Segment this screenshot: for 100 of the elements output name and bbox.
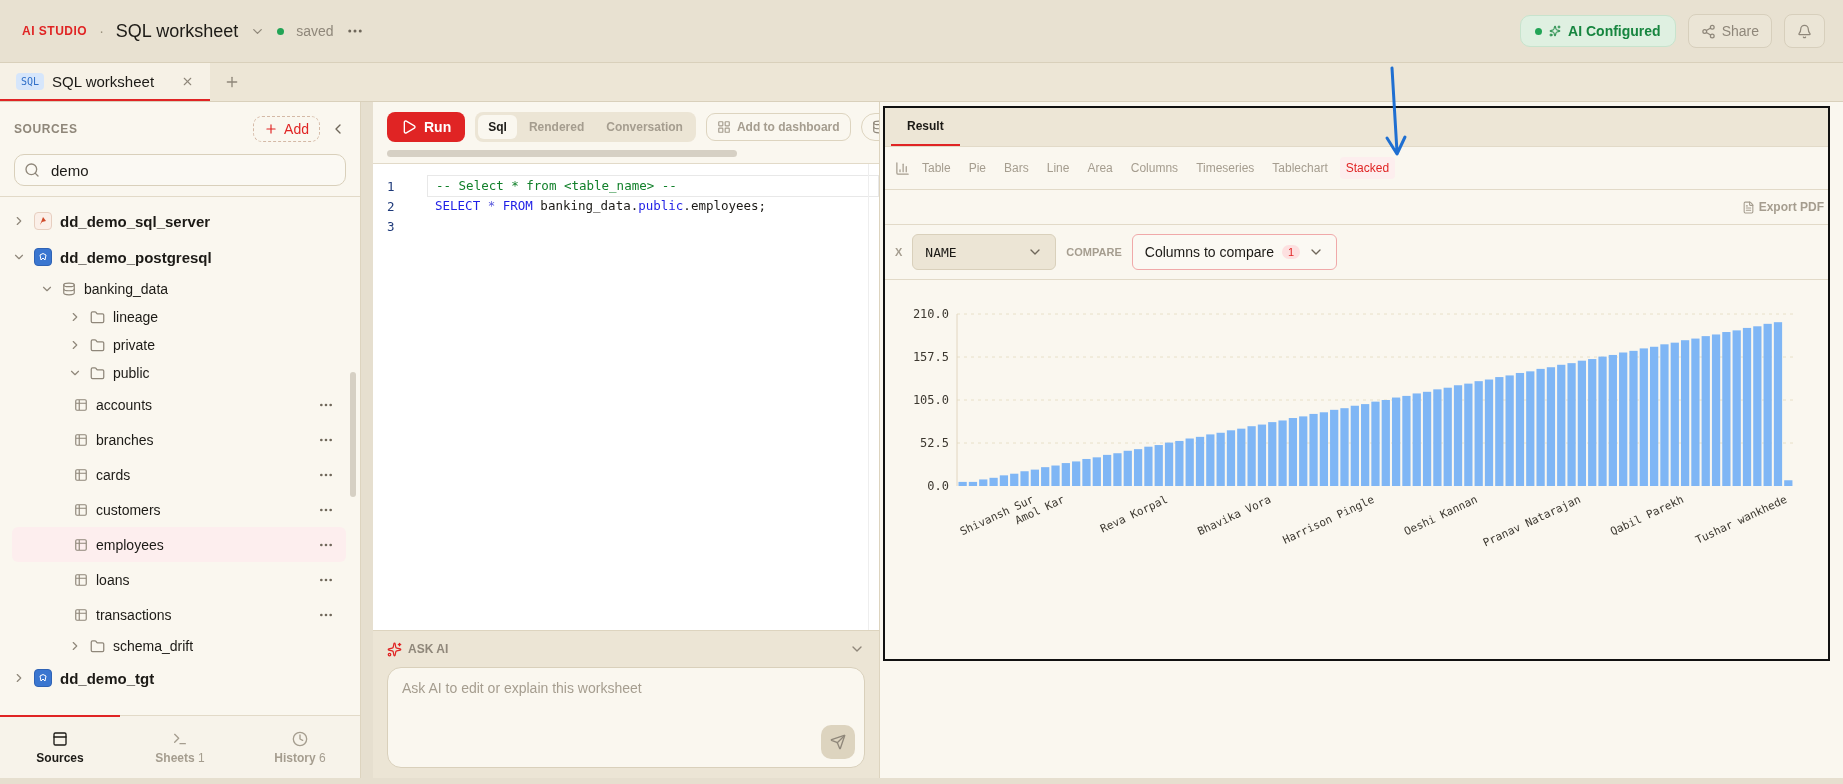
line-number: 3 xyxy=(386,218,396,234)
code-editor[interactable]: 1 -- Select * from <table_name> -- 2 SELECT * FROM banking_data.public.employees; 3 xyxy=(373,163,879,630)
clock-icon xyxy=(292,730,308,747)
tree-item[interactable]: loans xyxy=(12,562,346,597)
chart-bar xyxy=(1268,422,1277,486)
plus-icon xyxy=(264,122,279,136)
share-icon xyxy=(1700,23,1716,39)
chart-bar xyxy=(1041,467,1050,486)
chart-type-tab[interactable]: Stacked xyxy=(1339,157,1396,179)
x-column-select[interactable]: NAME xyxy=(912,234,1057,270)
chart-bar xyxy=(1051,465,1060,486)
sparkles-icon xyxy=(387,641,402,657)
tree-item[interactable]: employees xyxy=(12,527,346,562)
chart-bar xyxy=(1061,463,1070,486)
code-line: SELECT * FROM banking_data.public.employees; xyxy=(434,197,768,215)
folder-icon xyxy=(90,309,105,325)
status-dot xyxy=(277,27,285,35)
worksheet-tab[interactable]: SQL SQL worksheet xyxy=(0,63,210,101)
result-tab[interactable]: Result xyxy=(891,108,960,146)
chart-bar xyxy=(1164,442,1174,486)
separator-dot: · xyxy=(99,23,104,39)
chart-bar xyxy=(1123,450,1132,486)
chart-bar xyxy=(1237,428,1246,486)
chart-bar xyxy=(1247,426,1256,486)
chart-bar xyxy=(1020,471,1029,486)
search-icon xyxy=(24,162,40,178)
send-icon xyxy=(830,734,846,750)
bar-chart-icon xyxy=(895,160,910,176)
nav-label: Sources xyxy=(36,750,84,765)
tree-item[interactable]: public xyxy=(12,359,346,387)
notifications-button[interactable] xyxy=(1784,14,1825,48)
nav-label: Sheets 1 xyxy=(155,750,205,765)
chart-bar xyxy=(1072,461,1081,486)
tree-item[interactable]: branches xyxy=(12,422,346,457)
chart-bar xyxy=(1216,432,1225,486)
status-dot xyxy=(1535,27,1543,35)
tree-item[interactable]: lineage xyxy=(12,303,346,331)
sources-heading: SOURCES xyxy=(14,122,78,136)
mode-tab[interactable]: Sql xyxy=(478,115,517,139)
chart-bar xyxy=(1299,416,1308,486)
tick-label: 157.5 xyxy=(912,350,949,364)
tick-label: 0.0 xyxy=(927,479,949,493)
chart-bar xyxy=(1154,445,1163,486)
chart-bar xyxy=(1195,436,1205,486)
tree-item[interactable]: transactions xyxy=(12,597,346,632)
chart-bar xyxy=(1113,453,1122,486)
ai-status-button[interactable]: AI Configured xyxy=(1520,15,1676,47)
brand-logo: AI STUDIO xyxy=(22,24,88,38)
chart-bar xyxy=(1226,430,1236,486)
line-number: 2 xyxy=(386,198,396,214)
line-number: 1 xyxy=(386,178,396,194)
chart-bar xyxy=(1103,454,1112,486)
bell-icon xyxy=(1797,23,1812,39)
add-button[interactable]: Add xyxy=(253,116,320,142)
chart-bar xyxy=(1257,424,1267,486)
chart-bar xyxy=(1010,473,1019,486)
ask-ai-field[interactable]: Ask AI to edit or explain this worksheet xyxy=(387,667,865,768)
worksheet-title: SQL worksheet xyxy=(115,20,239,42)
run-button[interactable]: Run xyxy=(387,112,466,142)
tree-item[interactable]: dd_demo_sql_server xyxy=(12,203,346,239)
sparkles-icon xyxy=(1549,25,1562,37)
tree-item[interactable]: customers xyxy=(12,492,346,527)
x-axis-label: X xyxy=(895,246,903,258)
chart-bar xyxy=(999,475,1009,486)
chart-bar xyxy=(1185,438,1194,486)
table-icon xyxy=(74,502,88,517)
compare-select[interactable]: Columns to compare 1 xyxy=(1131,234,1338,270)
tree-item[interactable]: dd_demo_tgt xyxy=(12,660,346,696)
search-field[interactable]: demo xyxy=(14,154,346,186)
plus-icon xyxy=(224,74,240,90)
nav-tab[interactable]: Sources xyxy=(0,715,120,778)
chart-bar xyxy=(1082,458,1091,486)
chart-bar xyxy=(1144,446,1153,486)
tick-label: 105.0 xyxy=(912,393,949,407)
table-icon xyxy=(74,432,88,447)
table-icon xyxy=(52,730,68,747)
sql-badge: SQL xyxy=(16,72,45,90)
chart-bar xyxy=(1288,418,1298,486)
nav-label: History 6 xyxy=(274,750,326,765)
tree-item[interactable]: schema_drift xyxy=(12,632,346,660)
tree-item[interactable]: banking_data xyxy=(12,275,346,303)
compare-label: COMPARE xyxy=(1066,246,1122,258)
count-badge: 1 xyxy=(1281,245,1301,259)
table-icon xyxy=(74,537,88,552)
table-icon xyxy=(74,397,88,412)
send-button[interactable] xyxy=(821,725,855,759)
play-icon xyxy=(401,119,417,135)
tree-item[interactable]: private xyxy=(12,331,346,359)
tab-label: SQL worksheet xyxy=(52,72,155,90)
folder-icon xyxy=(90,638,105,654)
scrollbar-thumb[interactable] xyxy=(387,150,737,157)
tree-item[interactable]: cards xyxy=(12,457,346,492)
save-status: saved xyxy=(296,23,334,39)
tree-item[interactable]: dd_demo_postgresql xyxy=(12,239,346,275)
tree-item[interactable]: accounts xyxy=(12,387,346,422)
chart-bar xyxy=(1206,434,1215,486)
grid-icon xyxy=(716,120,731,134)
chart-bar xyxy=(1175,440,1184,486)
table-icon xyxy=(74,572,88,587)
tick-label: 52.5 xyxy=(920,436,949,450)
